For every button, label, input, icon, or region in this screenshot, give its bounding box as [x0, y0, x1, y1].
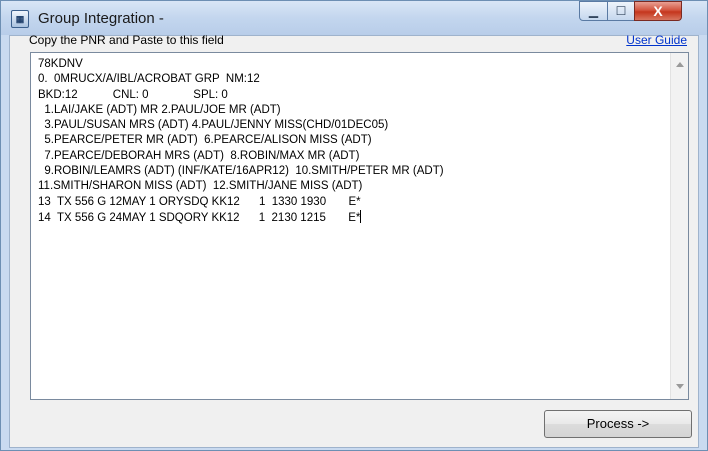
pnr-text-content: 78KDNV 0. 0MRUCX/A/IBL/ACROBAT GRP NM:12…: [38, 58, 444, 224]
instructions-label: Copy the PNR and Paste to this field: [29, 33, 224, 47]
window-title: Group Integration -: [38, 10, 164, 27]
group-integration-window: ▦ Group Integration - ▁ ☐ X Copy the PNR…: [0, 0, 708, 451]
scroll-down-icon[interactable]: [676, 384, 684, 389]
scroll-up-icon[interactable]: [676, 62, 684, 67]
app-icon: ▦: [11, 10, 29, 28]
title-bar[interactable]: ▦ Group Integration - ▁ ☐ X: [1, 1, 707, 35]
maximize-button[interactable]: ☐: [607, 1, 635, 21]
vertical-scrollbar[interactable]: [670, 53, 688, 399]
pnr-text: 78KDNV 0. 0MRUCX/A/IBL/ACROBAT GRP NM:12…: [38, 57, 668, 399]
pnr-input[interactable]: 78KDNV 0. 0MRUCX/A/IBL/ACROBAT GRP NM:12…: [30, 52, 689, 400]
user-guide-link[interactable]: User Guide: [626, 33, 687, 47]
process-button[interactable]: Process ->: [544, 410, 692, 438]
text-caret: [360, 209, 362, 223]
close-button[interactable]: X: [634, 1, 682, 21]
minimize-button[interactable]: ▁: [579, 1, 608, 21]
